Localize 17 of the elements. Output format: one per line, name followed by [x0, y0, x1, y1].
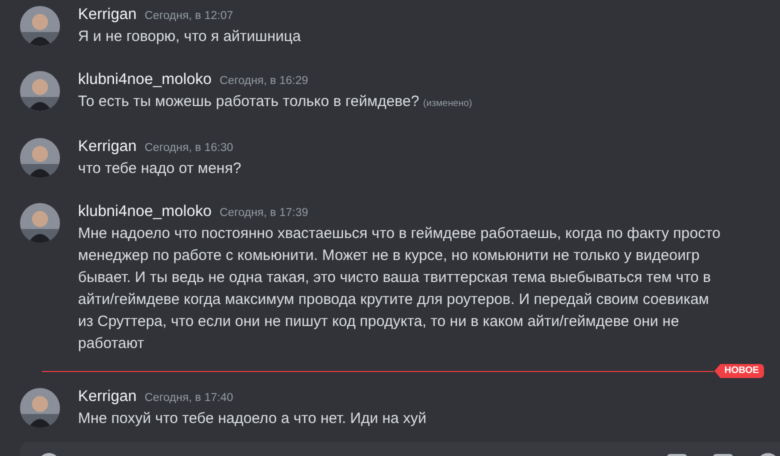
username[interactable]: Kerrigan: [78, 386, 137, 408]
timestamp: Сегодня, в 16:30: [144, 141, 234, 156]
timestamp: Сегодня, в 17:39: [220, 206, 308, 221]
message-text: Я и не говорю, что я айтишница: [78, 28, 301, 45]
edited-label: (изменено): [423, 98, 472, 109]
timestamp: Сегодня, в 12:07: [144, 9, 234, 24]
message-text: что тебе надо от меня?: [78, 160, 242, 177]
message-text: Мне похуй что тебе надоело а что нет. Иди на хуй: [78, 410, 426, 427]
message-text: То есть ты можешь работать только в геймдеве?: [78, 93, 420, 110]
message-text: Мне надоело что постоянно хвастаешься что в геймдеве работаешь, когда по факту просто менеджер по работе с комьюнити. Может не в курсе, но комьюнити не только у видеоигр бывает. И ты ведь не одна такая, это чисто ваша твиттерская тема выебываться тем что в айти/геймдеве когда максимум провода крутите для роутеров. И передай своим соевикам из Сруттера, что если они не пишут код продукта, то ни в каком айти/геймдеве они не работают: [78, 225, 721, 352]
username[interactable]: klubni4noe_moloko: [78, 69, 212, 91]
timestamp: Сегодня, в 16:29: [220, 74, 308, 89]
timestamp: Сегодня, в 17:40: [144, 391, 234, 406]
username[interactable]: Kerrigan: [78, 136, 137, 158]
username[interactable]: Kerrigan: [78, 4, 137, 26]
username[interactable]: klubni4noe_moloko: [78, 201, 212, 223]
new-messages-badge: НОВОЕ: [714, 364, 764, 378]
